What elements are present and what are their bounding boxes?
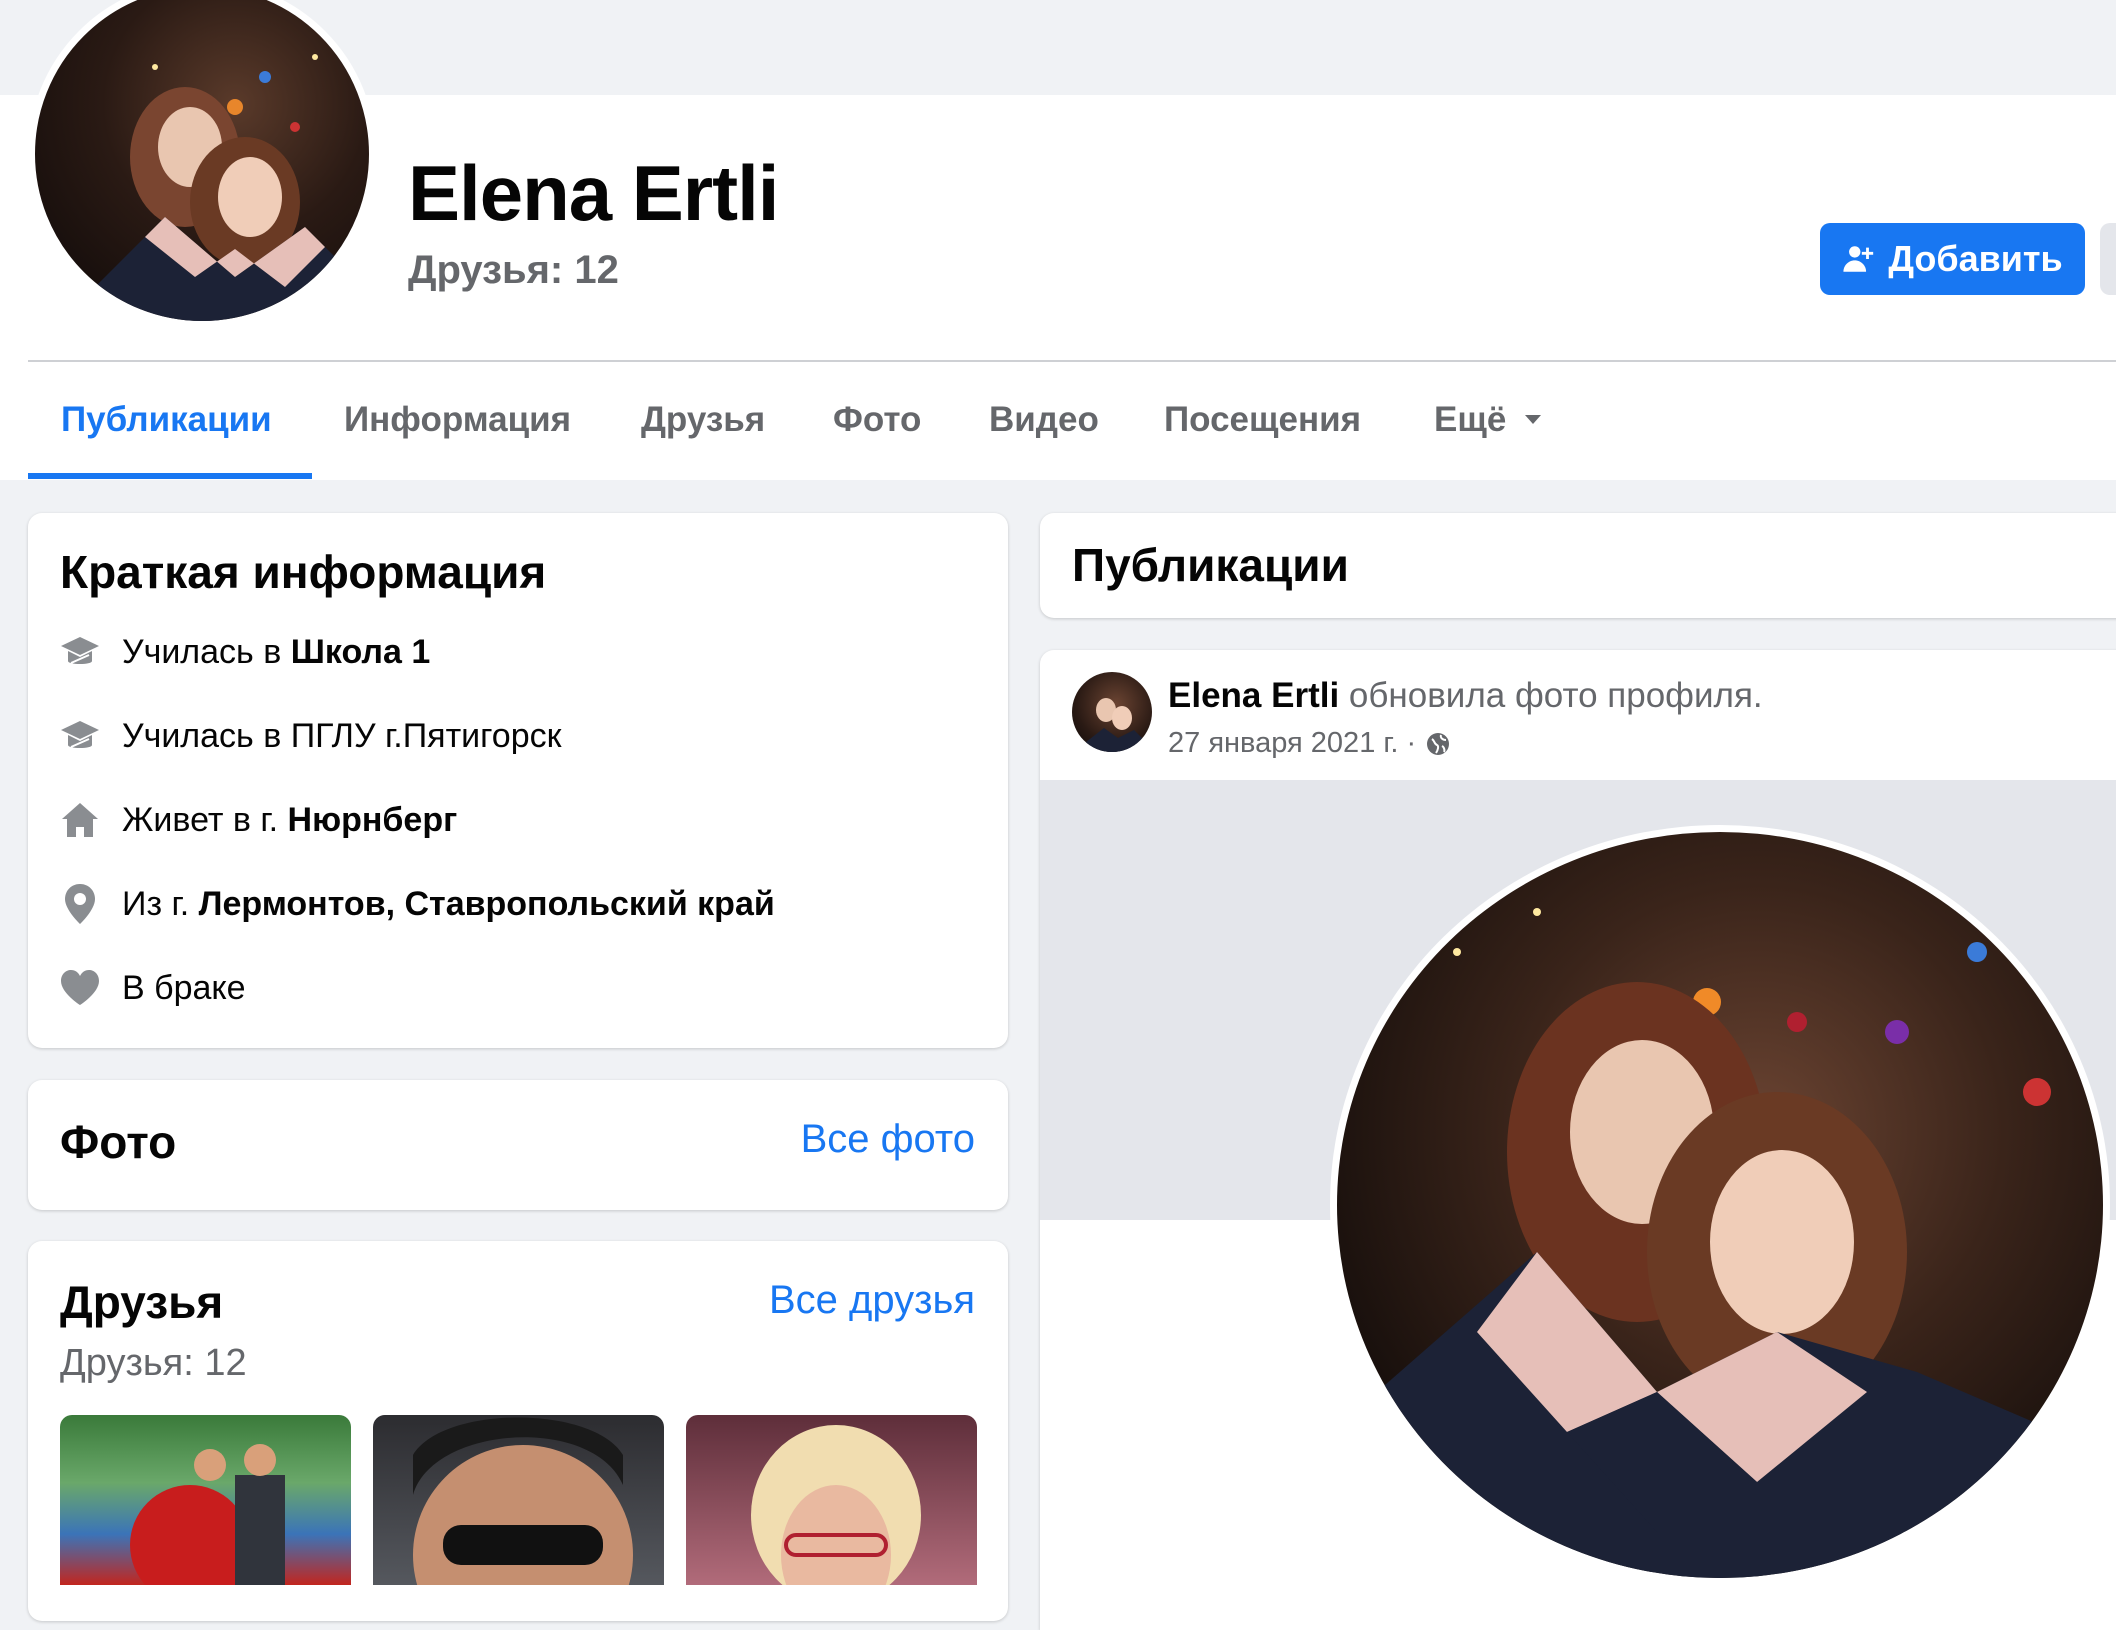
post-author-name[interactable]: Elena Ertli [1168,676,1339,715]
post-author-avatar[interactable] [1072,672,1152,752]
graduation-cap-icon [58,630,102,674]
heart-icon [58,966,102,1010]
post-date[interactable]: 27 января 2021 г. · [1168,727,1416,760]
profile-name: Elena Ertli [408,149,779,237]
header-divider [28,360,2116,362]
photos-title: Фото [60,1116,177,1168]
tab-friends[interactable]: Друзья [641,400,765,440]
all-friends-link[interactable]: Все друзья [769,1278,975,1323]
intro-item-bold[interactable]: Школа 1 [291,633,431,671]
tab-posts[interactable]: Публикации [61,400,272,440]
friend-photo-icon [413,1417,633,1585]
intro-item-school: Училась в Школа 1 [58,630,430,674]
more-actions-button[interactable] [2100,223,2116,295]
friends-title: Друзья [60,1276,224,1328]
tab-videos[interactable]: Видео [989,400,1099,440]
friend-thumbnail[interactable] [60,1415,351,1585]
intro-title: Краткая информация [60,546,547,598]
profile-friends-count[interactable]: Друзья: 12 [408,248,619,293]
intro-item-bold[interactable]: Лермонтов, Ставропольский край [199,885,775,923]
post-header-line: Elena Ertli обновила фото профиля. [1168,676,1763,716]
intro-item-university: Училась в ПГЛУ г.Пятигорск [58,714,561,758]
graduation-cap-icon [58,714,102,758]
friend-thumbnail[interactable] [373,1415,664,1585]
post-meta: 27 января 2021 г. · [1168,727,1450,760]
all-photos-link[interactable]: Все фото [801,1117,975,1162]
intro-item-text: Училась в ПГЛУ г.Пятигорск [122,716,562,755]
intro-item-text: Училась в [122,632,291,671]
post-profile-photo[interactable] [1330,825,2110,1585]
tab-active-indicator [28,473,312,479]
profile-photo-icon [1377,888,2057,1578]
avatar-photo-icon [1082,698,1146,752]
friends-count: Друзья: 12 [60,1342,247,1384]
intro-item-text: В браке [122,968,246,1007]
intro-item-text: Живет в г. [122,800,288,839]
tab-more-label: Ещё [1434,400,1507,439]
posts-title: Публикации [1072,539,1349,591]
location-pin-icon [58,882,102,926]
globe-icon [1427,732,1450,755]
add-friend-label: Добавить [1888,238,2063,279]
add-friend-button[interactable]: Добавить [1820,223,2085,295]
tab-photos[interactable]: Фото [833,400,921,440]
tab-check-ins[interactable]: Посещения [1164,400,1361,440]
intro-item-bold[interactable]: Нюрнберг [288,801,458,839]
intro-item-from: Из г. Лермонтов, Ставропольский край [58,882,775,926]
intro-item-text: Из г. [122,884,199,923]
tab-about[interactable]: Информация [344,400,571,440]
caret-down-icon [1525,415,1542,424]
tab-more[interactable]: Ещё [1434,400,1542,440]
friend-photo-icon [751,1425,921,1585]
friend-photo-icon [130,1444,285,1585]
home-icon [58,798,102,842]
post-action-text: обновила фото профиля. [1348,676,1763,715]
friend-thumbnail[interactable] [686,1415,977,1585]
intro-item-lives-in: Живет в г. Нюрнберг [58,798,457,842]
intro-item-relationship: В браке [58,966,246,1010]
add-person-icon [1843,246,1874,272]
